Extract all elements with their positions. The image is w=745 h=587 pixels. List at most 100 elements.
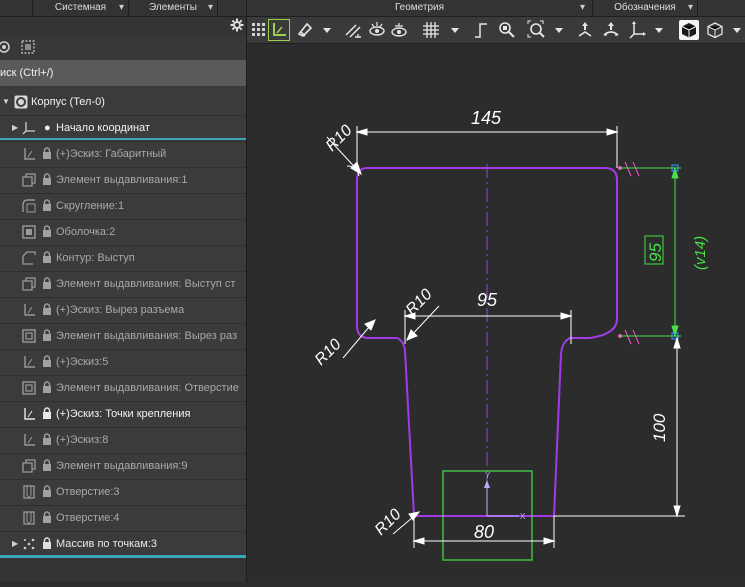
drawing-canvas[interactable]: Y X 145 R10 95 R10 R10 R10 80 95 (v14) 1… [247,44,745,582]
radius-bottom-label: R10 [372,506,405,539]
select-frame-icon[interactable] [20,39,36,55]
dropdown-arrow-icon[interactable] [317,20,337,40]
tab-oboznacheniya-label: Обозначения [614,2,676,13]
sketch-icon [24,356,35,368]
magnet-snap-icon[interactable] [295,20,315,40]
part-body-icon [14,95,28,109]
tree-item-sketch-8[interactable]: (+)Эскиз:8 [0,427,246,454]
tree-search-input[interactable]: иск (Ctrl+/) [0,60,246,86]
display-dropdown-arrow-icon[interactable] [727,20,745,40]
dimension-145-label: 145 [471,108,502,128]
sketch-drawing[interactable]: Y X 145 R10 95 R10 R10 R10 80 95 (v14) 1… [247,44,745,582]
view-toolbar [247,17,745,44]
constraint-parallel-icon[interactable] [343,20,363,40]
expand-arrow-icon[interactable]: ▶ [12,531,18,557]
tree-item-label: Элемент выдавливания:9 [56,460,188,472]
top-panel-end [698,0,745,16]
tree-item-pattern-3[interactable]: ▶ Массив по точкам:3 [0,531,246,558]
shell-icon [22,225,36,239]
top-panel-blank [218,0,247,16]
zoom-icon[interactable] [497,20,517,40]
tab-elementy-label: Элементы [149,2,197,13]
tab-elementy[interactable]: Элементы [129,0,218,16]
lock-icon [43,485,51,497]
lock-icon [43,433,51,445]
move-view-icon[interactable] [575,20,595,40]
tab-sistemnaya[interactable]: Системная [33,0,129,16]
radius-mid-left-label: R10 [312,336,345,369]
tree-item-sketch-5[interactable]: (+)Эскиз:5 [0,349,246,376]
visibility-eye-icon[interactable] [367,20,387,40]
lock-icon [43,277,51,289]
tree-item-extrude-vyrez[interactable]: Элемент выдавливания: Вырез раз [0,323,246,350]
tree-item-sketch-gabaritny[interactable]: (+)Эскиз: Габаритный [0,141,246,168]
wireframe-cube-icon[interactable] [705,20,725,40]
tree-item-shell-2[interactable]: Оболочка:2 [0,219,246,246]
search-placeholder: иск (Ctrl+/) [0,67,54,79]
lock-icon [43,381,51,393]
zoom-fit-icon[interactable] [527,20,547,40]
axis-y-label: Y [485,471,491,480]
gear-icon[interactable] [230,18,244,32]
filter-object-icon[interactable] [0,39,14,55]
sketch-icon [24,148,35,160]
top-panel-bar: Системная Элементы Геометрия ▾ Обозначен… [0,0,745,17]
lock-icon [43,251,51,263]
tree-filter-toolbar [0,35,246,59]
tree-footer [0,558,246,582]
tree-item-extrude-vystup[interactable]: Элемент выдавливания: Выступ ст [0,271,246,298]
ortho-mode-icon[interactable] [471,20,491,40]
tree-item-sketch-tochki[interactable]: (+)Эскиз: Точки крепления [0,401,246,428]
tree-item-sketch-vyrez[interactable]: (+)Эскиз: Вырез разъема [0,297,246,324]
tree-highlight-line [0,138,246,140]
tree-item-label: Оболочка:2 [56,226,116,238]
tree-item-hole-3[interactable]: Отверстие:3 [0,479,246,506]
extrude-icon [22,173,36,187]
tree-item-fillet-1[interactable]: Скругление:1 [0,193,246,220]
tab-oboznacheniya[interactable]: Обозначения [593,0,698,16]
model-tree-panel: иск (Ctrl+/) ▼ Корпус (Тел-0) ▶ ● Начало… [0,17,247,582]
dimension-145[interactable] [355,126,619,168]
constraint-markers [618,161,640,345]
collapse-arrow-icon[interactable]: ▼ [2,89,10,115]
axis-x-label: X [520,512,526,521]
rotate-view-icon[interactable] [601,20,621,40]
radius-mid-right-label: R10 [403,286,436,319]
tree-item-contour-vystup[interactable]: Контур: Выступ [0,245,246,272]
radius-top-label: R10 [323,122,356,155]
lock-icon [43,459,51,471]
hole-icon [23,511,35,525]
grid-dropdown-arrow-icon[interactable] [445,20,465,40]
extrude-icon [22,459,36,473]
tree-item-label: (+)Эскиз: Вырез разъема [56,304,185,316]
sketch-icon [24,408,35,420]
geometriya-dropdown-icon[interactable]: ▾ [580,0,585,16]
tab-sistemnaya-label: Системная [54,2,107,13]
origin-axes-icon [22,122,35,135]
tree-root-korpus[interactable]: ▼ Корпус (Тел-0) [0,89,246,116]
lock-icon [43,225,51,237]
tree-item-extrude-1[interactable]: Элемент выдавливания:1 [0,167,246,194]
grid-menu-icon[interactable] [249,20,269,40]
sketch-mode-icon[interactable] [268,19,290,41]
tree-item-extrude-otverstie[interactable]: Элемент выдавливания: Отверстие [0,375,246,402]
zoom-dropdown-arrow-icon[interactable] [549,20,569,40]
tree-item-label: Элемент выдавливания: Выступ ст [56,278,236,290]
sketch-icon [24,304,35,316]
visibility-eye-alt-icon[interactable] [389,20,409,40]
lock-icon [43,329,51,341]
extrude-cut-icon [22,329,36,343]
orientation-axes-icon[interactable] [627,20,647,40]
tab-geometriya[interactable]: Геометрия [247,0,593,16]
lock-icon [43,173,51,185]
fillet-icon [22,199,36,213]
orientation-dropdown-arrow-icon[interactable] [649,20,669,40]
tree-item-extrude-9[interactable]: Элемент выдавливания:9 [0,453,246,480]
tree-item-label: Отверстие:3 [56,486,120,498]
dimension-95-height-label: 95 [646,243,665,262]
shaded-cube-icon[interactable] [679,20,699,40]
tree-item-hole-4[interactable]: Отверстие:4 [0,505,246,532]
lock-icon [43,147,51,159]
lock-icon [43,303,51,315]
grid-icon[interactable] [421,20,441,40]
